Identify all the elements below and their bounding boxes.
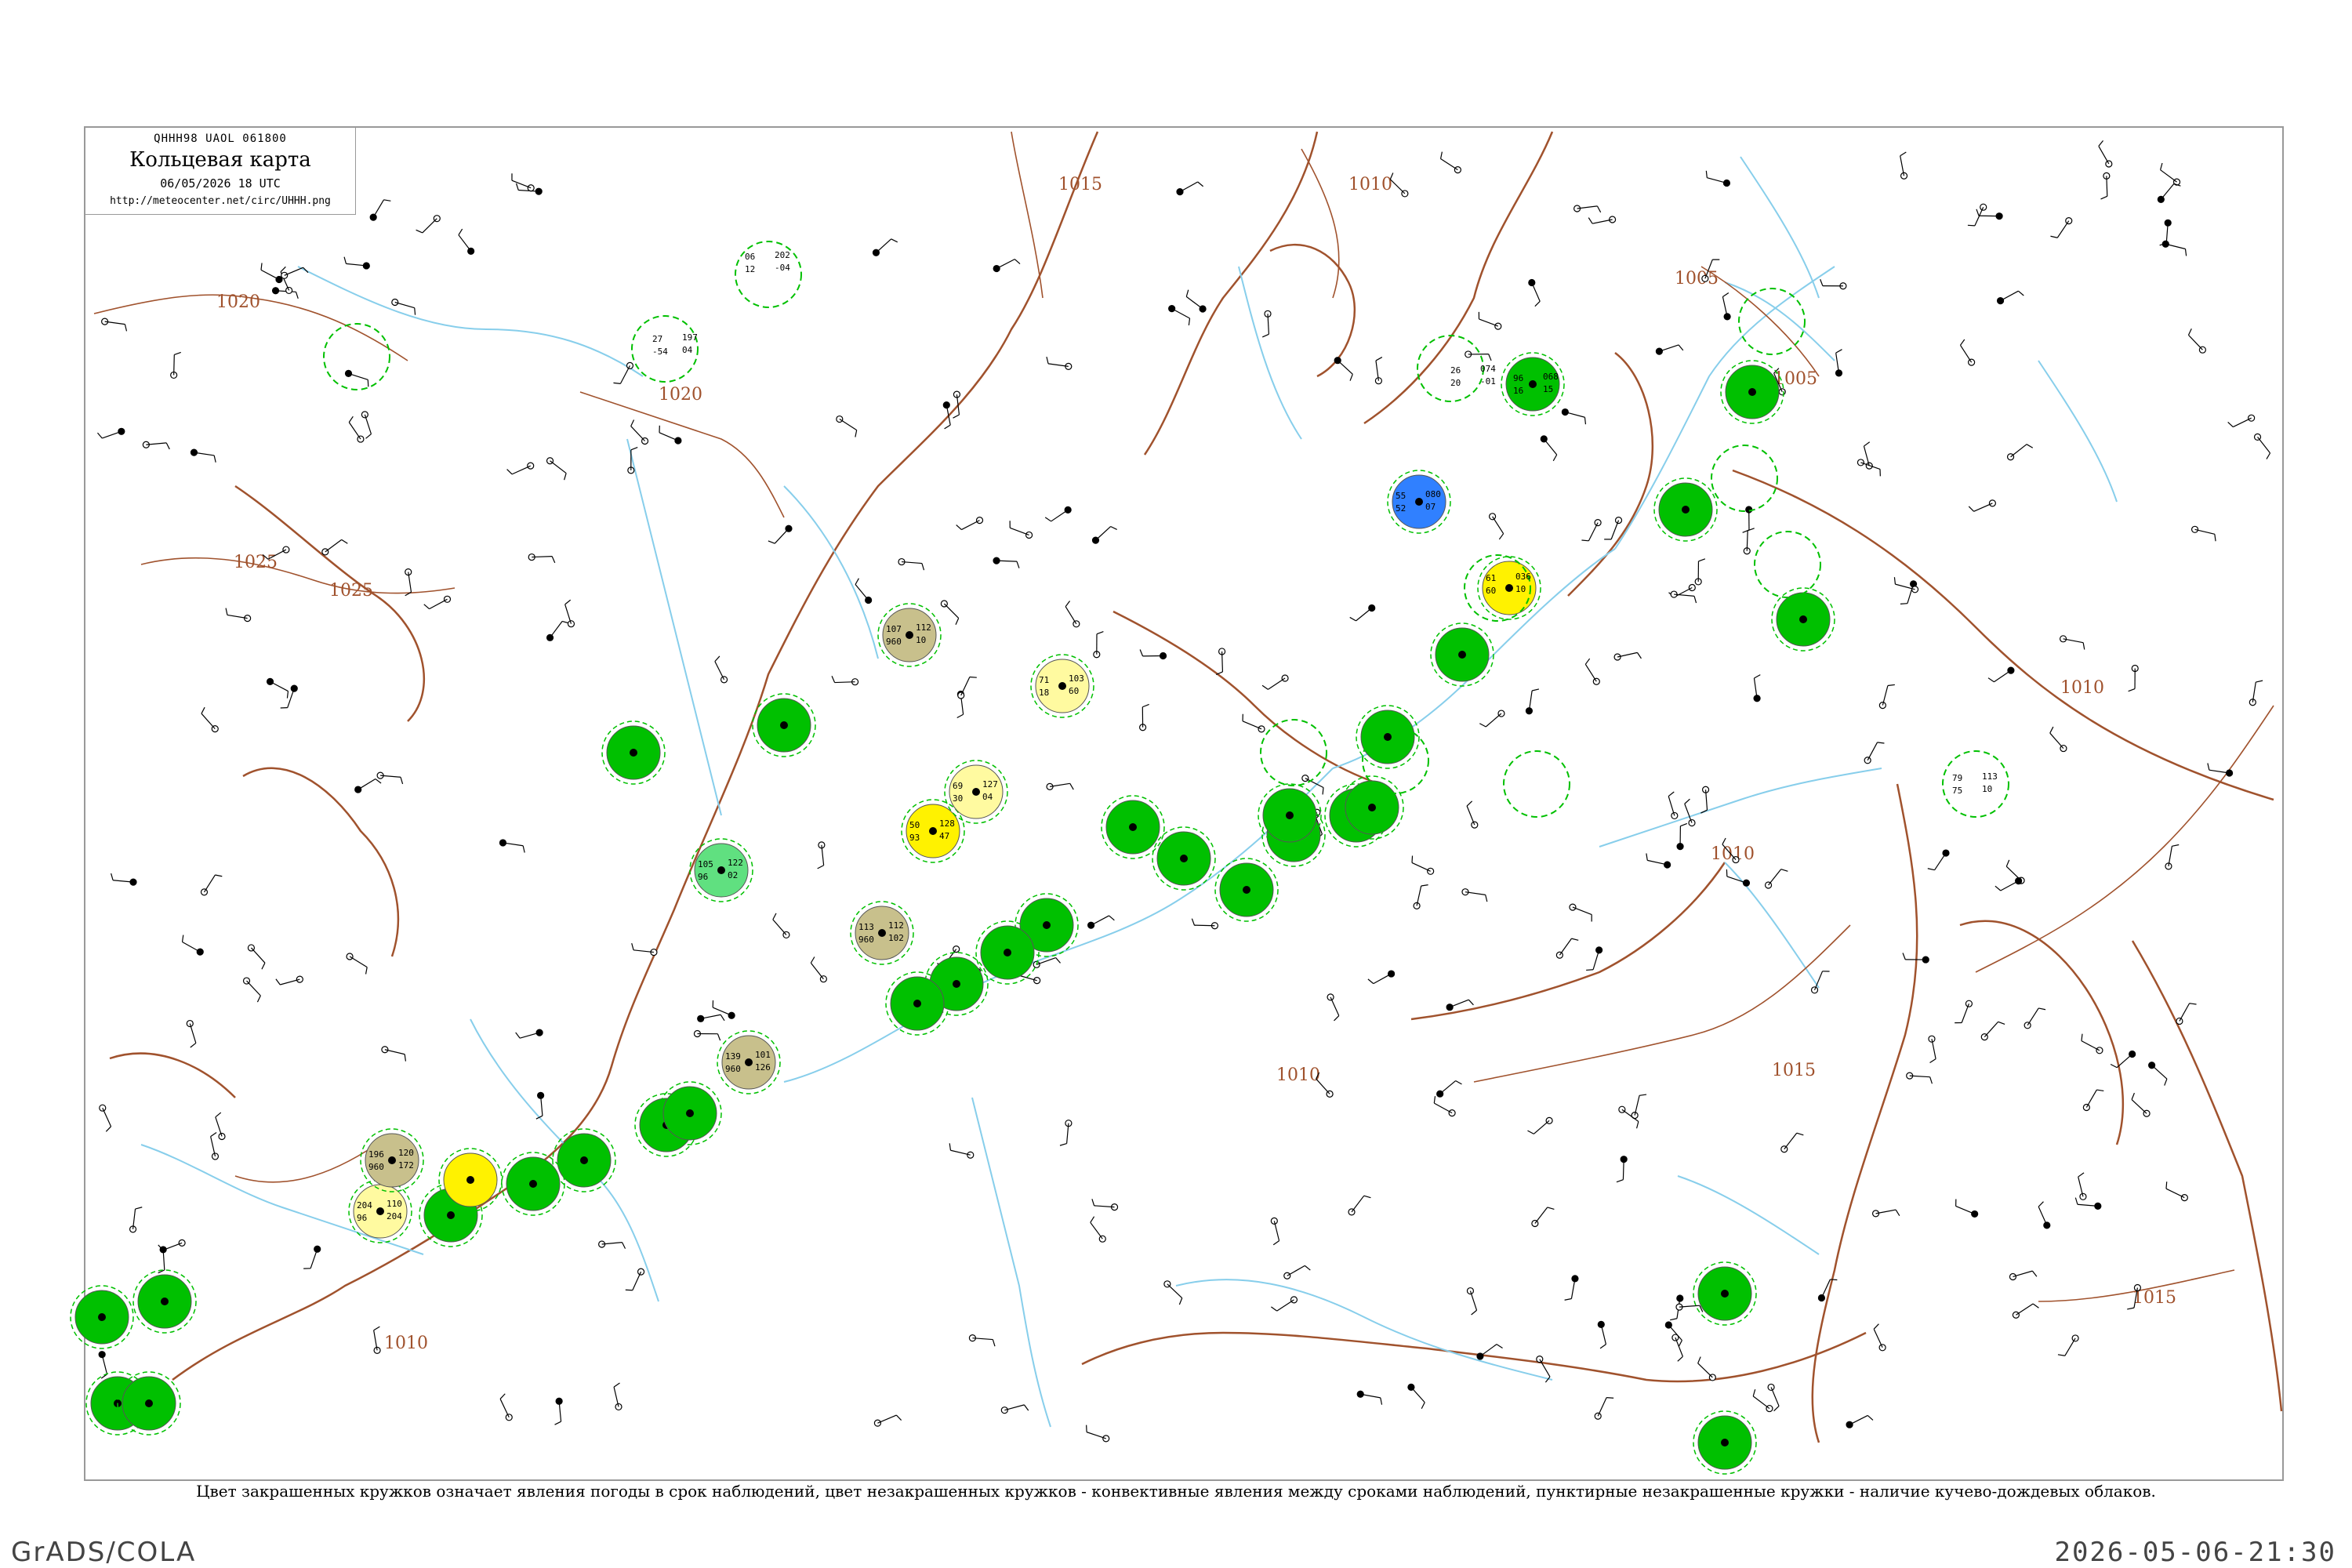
isobar-label: 1025 xyxy=(329,581,373,601)
station-temperature: 55 xyxy=(1396,491,1406,501)
isobar-label: 1010 xyxy=(1276,1065,1320,1085)
station-dewpoint: 12 xyxy=(745,264,755,274)
station-pressure: 068 xyxy=(1543,372,1559,382)
station-dewpoint: 96 xyxy=(698,872,708,882)
station-tendency: 47 xyxy=(939,831,949,841)
isobar-label: 1015 xyxy=(1058,175,1102,194)
station-tendency: 04 xyxy=(982,792,993,802)
station-pressure: 202 xyxy=(775,250,790,260)
station-temperature: 196 xyxy=(368,1149,384,1160)
station-dewpoint: 16 xyxy=(1513,386,1523,396)
station-dewpoint: 75 xyxy=(1952,786,1962,796)
station-dewpoint: 60 xyxy=(1486,586,1496,596)
station-tendency: 10 xyxy=(916,635,926,645)
station-temperature: 105 xyxy=(698,859,713,869)
isobar-label: 1010 xyxy=(384,1334,428,1353)
map-title-box: QHHH98 UAOL 061800 Кольцевая карта 06/05… xyxy=(85,127,356,215)
station-tendency: 15 xyxy=(1543,384,1553,394)
station-dewpoint: 20 xyxy=(1450,378,1461,388)
station-dewpoint: 96 xyxy=(357,1213,367,1223)
station-pressure: 074 xyxy=(1480,364,1496,374)
station-pressure: 080 xyxy=(1425,489,1441,499)
station-dewpoint: 960 xyxy=(858,935,874,945)
station-temperature: 113 xyxy=(858,922,874,932)
station-tendency: 172 xyxy=(398,1160,414,1171)
station-temperature: 50 xyxy=(909,820,920,830)
station-dewpoint: -54 xyxy=(652,347,668,357)
station-pressure: 101 xyxy=(755,1050,771,1060)
map-title: Кольцевая карта xyxy=(129,148,311,172)
station-temperature: 06 xyxy=(745,252,755,262)
station-tendency: 60 xyxy=(1069,686,1079,696)
station-temperature: 61 xyxy=(1486,573,1496,583)
station-temperature: 107 xyxy=(886,624,902,634)
legend-text: Цвет закрашенных кружков означает явлени… xyxy=(196,1482,2156,1501)
station-tendency: 04 xyxy=(682,345,693,355)
station-tendency: 126 xyxy=(755,1062,771,1073)
station-pressure: 197 xyxy=(682,332,698,343)
synoptic-map: 1015 1010 1020 1020 1025 1025 1005 1005 … xyxy=(0,0,2352,1568)
station-temperature: 71 xyxy=(1039,675,1049,685)
station-pressure: 112 xyxy=(888,920,904,931)
station-pressure: 128 xyxy=(939,818,955,829)
station-tendency: 10 xyxy=(1982,784,1992,794)
station-pressure: 103 xyxy=(1069,673,1084,684)
isobar-label: 1010 xyxy=(1348,175,1392,194)
station-tendency: -04 xyxy=(775,263,790,273)
station-dewpoint: 93 xyxy=(909,833,920,843)
footer-timestamp: 2026-05-06-21:30 xyxy=(2054,1537,2336,1568)
station-tendency: 102 xyxy=(888,933,904,943)
isobar-label: 1015 xyxy=(2132,1288,2176,1308)
station-temperature: 79 xyxy=(1952,773,1962,783)
isobar-label: 1020 xyxy=(216,292,260,312)
station-pressure: 112 xyxy=(916,622,931,633)
isobar-label: 1015 xyxy=(1772,1061,1816,1080)
station-pressure: 127 xyxy=(982,779,998,789)
isobar-label: 1020 xyxy=(659,385,702,405)
map-date: 06/05/2026 18 UTC xyxy=(160,176,281,191)
bulletin-code: QHHH98 UAOL 061800 xyxy=(154,132,287,145)
station-pressure: 113 xyxy=(1982,771,1998,782)
footer-software: GrADS/COLA xyxy=(11,1537,197,1568)
station-temperature: 96 xyxy=(1513,373,1523,383)
isobar-label: 1025 xyxy=(234,553,278,572)
station-dewpoint: 30 xyxy=(953,793,963,804)
station-temperature: 26 xyxy=(1450,365,1461,376)
station-temperature: 204 xyxy=(357,1200,372,1210)
station-pressure: 110 xyxy=(387,1199,402,1209)
station-dewpoint: 960 xyxy=(368,1162,384,1172)
isobar-label: 1005 xyxy=(1675,269,1719,289)
station-temperature: 139 xyxy=(725,1051,741,1062)
station-tendency: 10 xyxy=(1515,584,1526,594)
station-dewpoint: 18 xyxy=(1039,688,1049,698)
map-url[interactable]: http://meteocenter.net/circ/UHHH.png xyxy=(85,195,355,207)
station-temperature: 27 xyxy=(652,334,662,344)
station-dewpoint: 960 xyxy=(886,637,902,647)
station-tendency: 02 xyxy=(728,870,738,880)
station-tendency: 204 xyxy=(387,1211,402,1221)
station-pressure: 120 xyxy=(398,1148,414,1158)
station-dewpoint: 960 xyxy=(725,1064,741,1074)
station-temperature: 69 xyxy=(953,781,963,791)
station-tendency: 07 xyxy=(1425,502,1436,512)
station-dewpoint: 52 xyxy=(1396,503,1406,514)
station-tendency: -01 xyxy=(1480,376,1496,387)
station-pressure: 036 xyxy=(1515,572,1531,582)
isobar-label: 1010 xyxy=(2060,678,2104,698)
station-pressure: 122 xyxy=(728,858,743,868)
